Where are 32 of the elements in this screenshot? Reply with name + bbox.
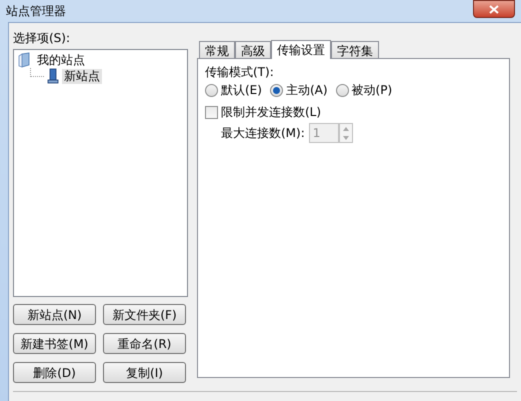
checkbox[interactable] — [205, 106, 218, 118]
max-connections-label: 最大连接数(M): — [221, 125, 305, 142]
site-tree[interactable]: 我的站点 新站点 — [13, 49, 188, 297]
tab[interactable]: 字符集 — [331, 41, 379, 58]
radio-label: 被动(P) — [352, 82, 392, 99]
down-arrow-icon — [342, 136, 349, 140]
dialog-button[interactable]: 新建书签(M) — [13, 333, 96, 354]
tree-item[interactable]: 我的站点 — [35, 52, 87, 68]
radio-button[interactable] — [270, 84, 283, 96]
dialog-button[interactable]: 复制(I) — [103, 362, 186, 383]
computer-icon — [47, 68, 59, 84]
radio-button[interactable] — [205, 84, 218, 96]
radio-label: 主动(A) — [286, 82, 328, 99]
tab[interactable]: 传输设置 — [271, 40, 331, 59]
tab[interactable]: 高级 — [235, 41, 271, 58]
dialog-button[interactable]: 重命名(R) — [103, 333, 186, 354]
dialog-button[interactable]: 新站点(N) — [13, 304, 96, 325]
checkbox-label: 限制并发连接数(L) — [221, 104, 322, 121]
dialog-button[interactable]: 新文件夹(F) — [103, 304, 186, 325]
selection-label: 选择项(S): — [13, 31, 72, 47]
dialog-button[interactable]: 删除(D) — [13, 362, 96, 383]
up-arrow-icon — [342, 126, 349, 130]
close-icon — [489, 4, 499, 14]
tab[interactable]: 常规 — [199, 41, 235, 58]
spin-button[interactable] — [338, 123, 353, 143]
tree-item[interactable]: 新站点 — [62, 68, 102, 84]
transfer-mode-label: 传输模式(T): — [205, 65, 275, 81]
close-button[interactable] — [473, 0, 515, 18]
window-title: 站点管理器 — [6, 3, 66, 20]
radio-label: 默认(E) — [221, 82, 262, 99]
radio-button[interactable] — [336, 84, 349, 96]
folder-icon — [18, 52, 32, 68]
